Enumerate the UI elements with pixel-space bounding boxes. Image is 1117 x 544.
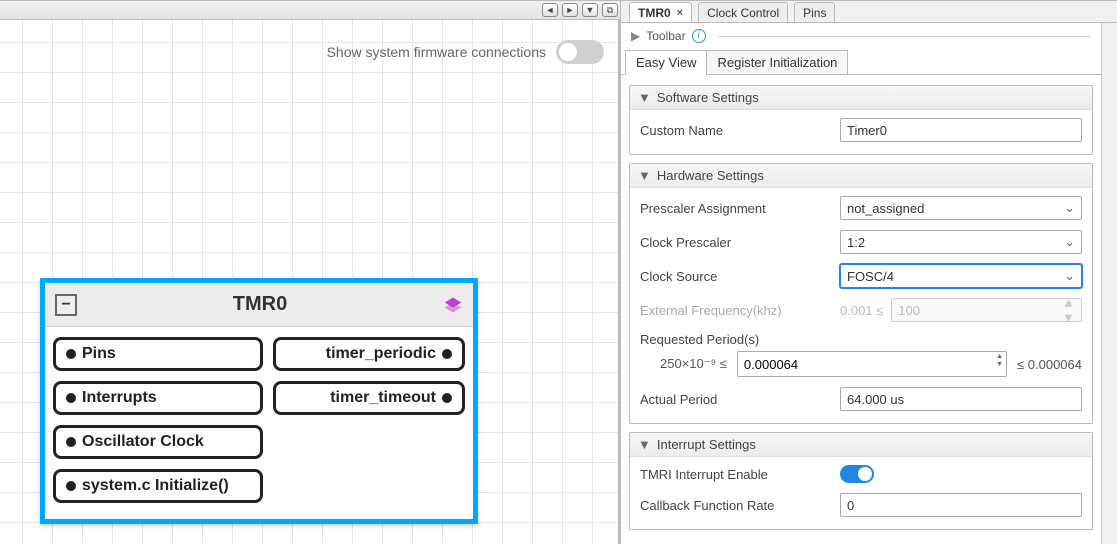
- firmware-toggle-label: Show system firmware connections: [327, 44, 546, 60]
- vertical-scrollbar[interactable]: [1101, 23, 1117, 544]
- graph-pane: ◄ ► ▼ ⧉ Show system firmware connections…: [0, 0, 620, 544]
- callback-rate-label: Callback Function Rate: [640, 498, 840, 513]
- chevron-down-icon: ⌄: [1064, 200, 1075, 216]
- port-timer-timeout[interactable]: timer_timeout: [273, 381, 465, 415]
- layers-icon[interactable]: [443, 295, 463, 315]
- info-icon[interactable]: i: [692, 29, 706, 43]
- clock-source-label: Clock Source: [640, 269, 840, 284]
- requested-period-input[interactable]: [737, 351, 1007, 377]
- chevron-down-icon: ⌄: [1064, 234, 1075, 250]
- left-nav-bar: ◄ ► ▼ ⧉: [0, 1, 620, 20]
- prescaler-assignment-label: Prescaler Assignment: [640, 201, 840, 216]
- section-software-settings: ▼ Software Settings Custom Name: [629, 85, 1093, 155]
- tmr0-node[interactable]: − TMR0 Pins timer_periodic Interrupts ti…: [40, 278, 478, 524]
- section-interrupt-settings: ▼ Interrupt Settings TMRI Interrupt Enab…: [629, 432, 1093, 530]
- port-interrupts[interactable]: Interrupts: [53, 381, 263, 415]
- external-frequency-label: External Frequency(khz): [640, 303, 840, 318]
- external-frequency-input: 100 ▲▼: [891, 298, 1082, 322]
- section-header-hardware[interactable]: ▼ Hardware Settings: [630, 164, 1092, 188]
- prescaler-assignment-select[interactable]: not_assigned ⌄: [840, 196, 1082, 220]
- nav-prev-button[interactable]: ◄: [542, 3, 558, 17]
- section-header-interrupt[interactable]: ▼ Interrupt Settings: [630, 433, 1092, 457]
- graph-canvas[interactable]: Show system firmware connections − TMR0 …: [0, 20, 620, 544]
- chevron-down-icon: ⌄: [1064, 268, 1075, 284]
- interrupt-enable-toggle[interactable]: [840, 465, 874, 483]
- tab-tmr0[interactable]: TMR0 ×: [629, 2, 692, 22]
- nav-next-button[interactable]: ►: [562, 3, 578, 17]
- actual-period-value: 64.000 us: [840, 387, 1082, 411]
- external-frequency-min: 0.001 ≤: [840, 303, 883, 318]
- toolbar-expand-icon[interactable]: ▶: [631, 29, 640, 43]
- custom-name-label: Custom Name: [640, 123, 840, 138]
- toolbar-label[interactable]: Toolbar: [646, 29, 685, 43]
- chevron-down-icon: ▼: [638, 168, 651, 183]
- nav-dropdown-button[interactable]: ▼: [582, 3, 598, 17]
- node-title: TMR0: [77, 293, 443, 316]
- chevron-down-icon: ▼: [638, 437, 651, 452]
- view-tab-easy[interactable]: Easy View: [625, 50, 707, 75]
- view-tabs: Easy View Register Initialization: [621, 49, 1101, 75]
- properties-scroll[interactable]: ▼ Software Settings Custom Name: [621, 75, 1101, 544]
- clock-prescaler-select[interactable]: 1:2 ⌄: [840, 230, 1082, 254]
- custom-name-input[interactable]: [840, 118, 1082, 142]
- requested-period-label: Requested Period(s): [640, 332, 1082, 347]
- clock-prescaler-label: Clock Prescaler: [640, 235, 840, 250]
- clock-source-select[interactable]: FOSC/4 ⌄: [840, 264, 1082, 288]
- spinner-buttons[interactable]: ▲▼: [996, 353, 1003, 369]
- requested-period-min: 250×10⁻⁹ ≤: [660, 356, 727, 372]
- view-tab-register[interactable]: Register Initialization: [706, 50, 848, 75]
- interrupt-enable-label: TMRI Interrupt Enable: [640, 467, 840, 482]
- file-tabstrip: TMR0 × Clock Control Pins: [621, 1, 1117, 23]
- section-hardware-settings: ▼ Hardware Settings Prescaler Assignment…: [629, 163, 1093, 424]
- chevron-down-icon: ▼: [638, 90, 651, 105]
- port-timer-periodic[interactable]: timer_periodic: [273, 337, 465, 371]
- close-icon[interactable]: ×: [677, 7, 683, 19]
- actual-period-label: Actual Period: [640, 392, 840, 407]
- requested-period-max: ≤ 0.000064: [1017, 357, 1082, 372]
- port-oscillator-clock[interactable]: Oscillator Clock: [53, 425, 263, 459]
- firmware-toggle[interactable]: [556, 40, 604, 64]
- properties-pane: TMR0 × Clock Control Pins ▶ Toolbar i: [620, 0, 1117, 544]
- node-collapse-button[interactable]: −: [55, 294, 77, 316]
- callback-rate-input[interactable]: [840, 493, 1082, 517]
- port-pins[interactable]: Pins: [53, 337, 263, 371]
- tab-pins[interactable]: Pins: [794, 2, 835, 22]
- section-header-software[interactable]: ▼ Software Settings: [630, 86, 1092, 110]
- nav-maximize-button[interactable]: ⧉: [602, 3, 618, 17]
- port-system-initialize[interactable]: system.c Initialize(): [53, 469, 263, 503]
- tab-clock-control[interactable]: Clock Control: [698, 2, 788, 22]
